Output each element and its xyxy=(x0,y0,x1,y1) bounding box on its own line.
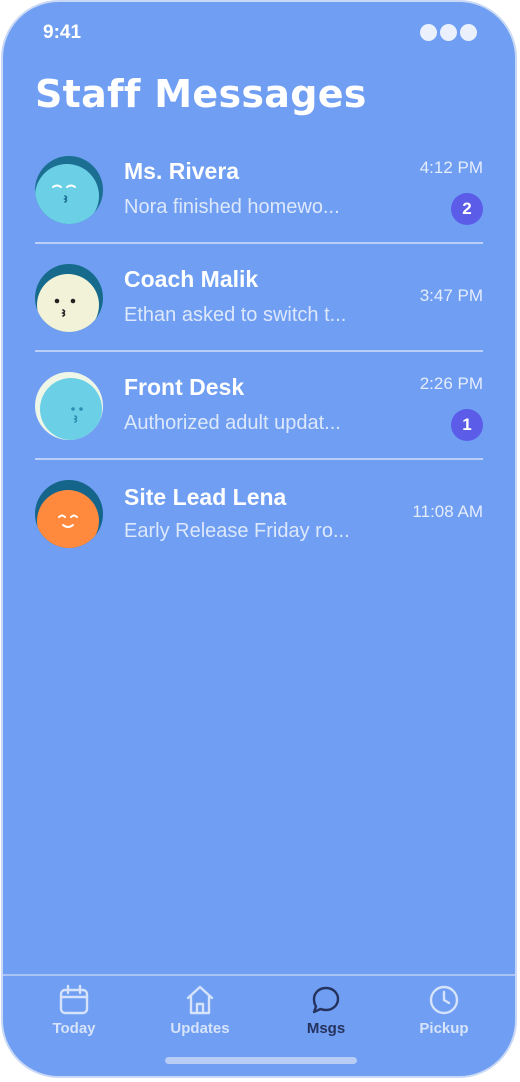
tab-label: Msgs xyxy=(306,1020,346,1037)
phone-screen: 9:41 Staff Messages Ms. Rivera Nora fini… xyxy=(1,0,517,1078)
chat-bubble-icon xyxy=(312,986,340,1014)
unread-badge: 1 xyxy=(451,409,483,441)
tab-msgs[interactable]: Msgs xyxy=(271,984,381,1037)
message-time: 3:47 PM xyxy=(419,286,483,305)
message-preview: Authorized adult updat... xyxy=(124,412,341,434)
tab-label: Today xyxy=(52,1020,96,1037)
message-preview: Nora finished homewo... xyxy=(124,196,340,218)
message-row-front-desk[interactable]: Front Desk Authorized adult updat... 2:2… xyxy=(35,352,483,460)
site-lead-lena-avatar xyxy=(35,480,103,548)
tab-updates[interactable]: Updates xyxy=(145,984,255,1037)
coach-malik-avatar xyxy=(35,264,103,332)
calendar-icon xyxy=(59,984,89,1015)
status-indicators xyxy=(420,24,477,41)
message-list: Ms. Rivera Nora finished homewo... 4:12 … xyxy=(35,136,483,568)
tab-pickup[interactable]: Pickup xyxy=(389,984,499,1037)
status-dot-icon xyxy=(440,24,457,41)
sender-name: Ms. Rivera xyxy=(124,158,240,184)
sender-name: Coach Malik xyxy=(124,266,259,292)
message-row-coach-malik[interactable]: Coach Malik Ethan asked to switch t... 3… xyxy=(35,244,483,352)
status-bar: 9:41 xyxy=(3,2,515,62)
sender-name: Site Lead Lena xyxy=(124,484,287,510)
message-preview: Early Release Friday ro... xyxy=(124,520,350,542)
message-row-ms-rivera[interactable]: Ms. Rivera Nora finished homewo... 4:12 … xyxy=(35,136,483,244)
clock-icon xyxy=(429,985,459,1015)
message-preview: Ethan asked to switch t... xyxy=(124,304,347,326)
home-indicator xyxy=(165,1057,357,1064)
status-dot-icon xyxy=(420,24,437,41)
tab-label: Updates xyxy=(170,1020,230,1037)
home-icon xyxy=(186,985,214,1015)
message-time: 11:08 AM xyxy=(412,502,483,521)
tab-today[interactable]: Today xyxy=(19,984,129,1037)
status-time: 9:41 xyxy=(43,22,82,43)
sender-name: Front Desk xyxy=(124,374,245,400)
message-row-site-lead-lena[interactable]: Site Lead Lena Early Release Friday ro..… xyxy=(35,460,483,568)
tab-label: Pickup xyxy=(419,1020,469,1037)
front-desk-avatar xyxy=(35,372,103,440)
message-time: 4:12 PM xyxy=(419,158,483,177)
ms-rivera-avatar xyxy=(35,156,103,224)
page-title: Staff Messages xyxy=(35,72,367,116)
status-dot-icon xyxy=(460,24,477,41)
unread-badge: 2 xyxy=(451,193,483,225)
message-time: 2:26 PM xyxy=(419,374,483,393)
